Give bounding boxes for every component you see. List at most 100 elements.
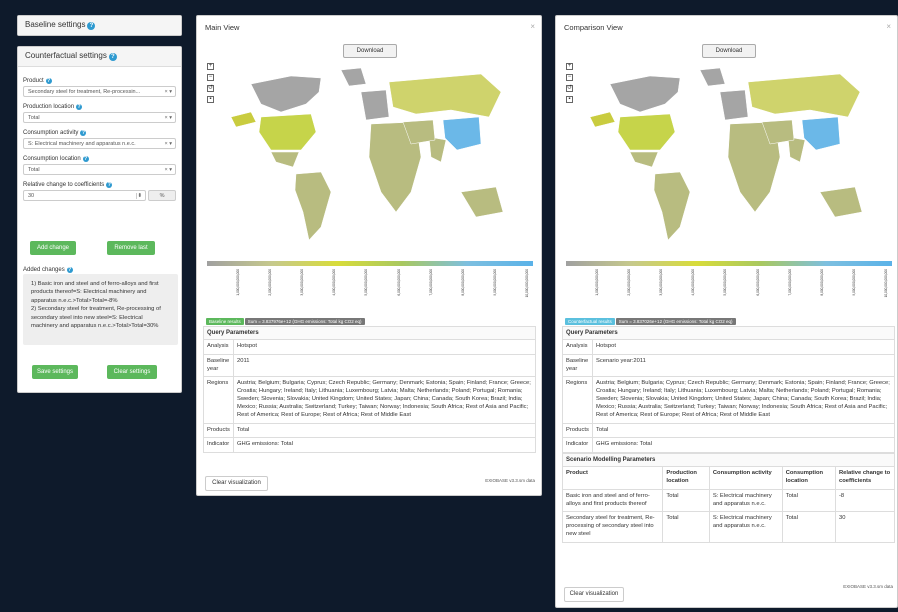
remove-last-button[interactable]: Remove last	[107, 241, 155, 255]
percent-addon: %	[148, 190, 176, 201]
legend-tick-label: 1,000,000,000,000	[595, 269, 599, 296]
clear-visualization-button[interactable]: Clear visualization	[205, 476, 268, 491]
data-source-footer: EXIOBASE v3.3.sm data	[843, 584, 893, 589]
legend-tick: 7,000,000,000,000	[788, 267, 792, 303]
help-icon[interactable]: ?	[76, 104, 83, 110]
legend-tick: 10,000,000,000,000	[883, 267, 888, 303]
production-location-select[interactable]: Total × ▾	[23, 112, 176, 123]
table-cell: Basic iron and steel and of ferro-alloys…	[561, 488, 664, 513]
select-icon[interactable]: ▪	[207, 96, 214, 103]
added-changes-label-text: Added changes	[23, 267, 65, 273]
legend-tick-label: 1,000,000,000,000	[236, 269, 240, 296]
help-icon[interactable]: ?	[106, 182, 113, 188]
param-key: Indicator	[562, 437, 593, 454]
param-key: Products	[562, 422, 593, 439]
legend-tick: 3,000,000,000,000	[300, 267, 304, 303]
save-settings-button[interactable]: Save settings	[32, 365, 78, 379]
consumption-location-label-text: Consumption location	[23, 156, 81, 162]
zoom-out-icon[interactable]: −	[566, 74, 573, 81]
query-parameters-title: Query Parameters	[562, 326, 895, 339]
close-icon[interactable]: ×	[886, 22, 891, 31]
add-change-button[interactable]: Add change	[30, 241, 76, 255]
help-icon[interactable]: ?	[66, 267, 73, 273]
column-header: Production location	[662, 466, 710, 490]
production-location-label-text: Production location	[23, 104, 75, 110]
legend-tick: 9,000,000,000,000	[493, 267, 497, 303]
baseline-settings-panel[interactable]: Baseline settings?	[17, 15, 182, 36]
legend-tick-label: 8,000,000,000,000	[460, 269, 465, 296]
consumption-activity-select[interactable]: S: Electrical machinery and apparatus n.…	[23, 138, 176, 149]
legend-tick: 3,000,000,000,000	[659, 267, 663, 303]
legend-tick-label: 10,000,000,000,000	[883, 269, 888, 298]
legend-tick: 4,000,000,000,000	[332, 267, 337, 303]
close-icon[interactable]: ×	[530, 22, 535, 31]
select-icon[interactable]: ▪	[566, 96, 573, 103]
scenario-modelling-table: Product Production location Consumption ac…	[561, 466, 896, 543]
legend-tick-label: 6,000,000,000,000	[396, 269, 401, 296]
param-value: Austria; Belgium; Bulgaria; Cyprus; Czec…	[233, 376, 536, 424]
query-parameters-title: Query Parameters	[203, 326, 536, 339]
legend-tick-label: 8,000,000,000,000	[819, 269, 824, 296]
clear-chevron-icon[interactable]: × ▾	[164, 167, 172, 173]
legend-tick: 5,000,000,000,000	[364, 267, 368, 303]
param-key: Indicator	[203, 437, 234, 454]
help-icon[interactable]: ?	[82, 156, 89, 162]
consumption-location-select[interactable]: Total × ▾	[23, 164, 176, 175]
reset-icon[interactable]: ↺	[566, 85, 573, 92]
download-button[interactable]: Download	[702, 44, 756, 58]
download-button[interactable]: Download	[343, 44, 397, 58]
legend-tick: 9,000,000,000,000	[852, 267, 856, 303]
clear-chevron-icon[interactable]: × ▾	[164, 115, 172, 121]
legend-tick-label: 2,000,000,000,000	[268, 269, 273, 296]
table-row: Regions Austria; Belgium; Bulgaria; Cypru…	[562, 376, 895, 424]
counterfactual-settings-header[interactable]: Counterfactual settings?	[18, 47, 181, 67]
param-key: Products	[203, 422, 234, 439]
help-icon[interactable]: ?	[87, 22, 96, 30]
clear-visualization-button[interactable]: Clear visualization	[564, 587, 624, 602]
product-select[interactable]: Secondary steel for treatment, Re-proces…	[23, 86, 176, 97]
legend-ticks-comparison: 1,000,000,000,000 2,000,000,000,000 3,000,…	[595, 267, 888, 303]
world-map[interactable]	[221, 62, 521, 262]
table-row: Analysis Hotspot	[203, 339, 536, 355]
zoom-in-icon[interactable]: +	[566, 63, 573, 70]
help-icon[interactable]: ?	[80, 130, 87, 136]
clear-chevron-icon[interactable]: × ▾	[164, 141, 172, 147]
table-row: Products Total	[562, 422, 895, 439]
baseline-results-badge: Baseline results	[206, 318, 244, 325]
table-row: Analysis Hotspot	[562, 339, 895, 355]
zoom-in-icon[interactable]: +	[207, 63, 214, 70]
param-value: Hotspot	[592, 339, 895, 355]
column-header: Consumption activity	[708, 466, 783, 490]
table-cell: S: Electrical machinery and apparatus n.…	[708, 488, 783, 513]
legend-tick-label: 4,000,000,000,000	[332, 269, 337, 296]
help-icon[interactable]: ?	[45, 78, 52, 84]
baseline-settings-header[interactable]: Baseline settings?	[18, 16, 181, 35]
legend-tick-label: 2,000,000,000,000	[627, 269, 632, 296]
table-cell: Secondary steel for treatment, Re-proces…	[561, 511, 664, 543]
table-row: Baseline year Scenario year:2011	[562, 353, 895, 378]
clear-chevron-icon[interactable]: × ▾	[164, 89, 172, 95]
zoom-out-icon[interactable]: −	[207, 74, 214, 81]
reset-icon[interactable]: ↺	[207, 85, 214, 92]
help-icon[interactable]: ?	[108, 53, 117, 61]
consumption-location-value: Total	[28, 167, 40, 173]
baseline-settings-title: Baseline settings	[25, 20, 86, 29]
table-row: Indicator GHG emissions: Total	[203, 437, 536, 454]
sum-badge: Sum = 3.837026e+12 (GHG emissions: Total…	[615, 318, 736, 325]
clear-settings-button[interactable]: Clear settings	[107, 365, 157, 379]
param-key: Baseline year	[562, 353, 593, 378]
spinner-icon[interactable]: ⬍	[135, 193, 142, 199]
relative-change-input[interactable]: 30 ⬍	[23, 190, 147, 201]
column-header: Product	[561, 466, 664, 490]
legend-tick-label: 6,000,000,000,000	[755, 269, 760, 296]
param-value: GHG emissions: Total	[592, 437, 895, 454]
world-map[interactable]	[580, 62, 880, 262]
param-key: Analysis	[562, 339, 593, 355]
table-row: Secondary steel for treatment, Re-proces…	[561, 511, 896, 543]
consumption-activity-label: Consumption activity?	[23, 130, 176, 136]
production-location-label: Production location?	[23, 104, 176, 110]
sum-badge: Sum = 3.837976e+12 (GHG emissions: Total…	[244, 318, 365, 325]
table-row: Basic iron and steel and of ferro-alloys…	[561, 488, 896, 513]
param-key: Analysis	[203, 339, 234, 355]
param-value: Total	[592, 422, 895, 439]
